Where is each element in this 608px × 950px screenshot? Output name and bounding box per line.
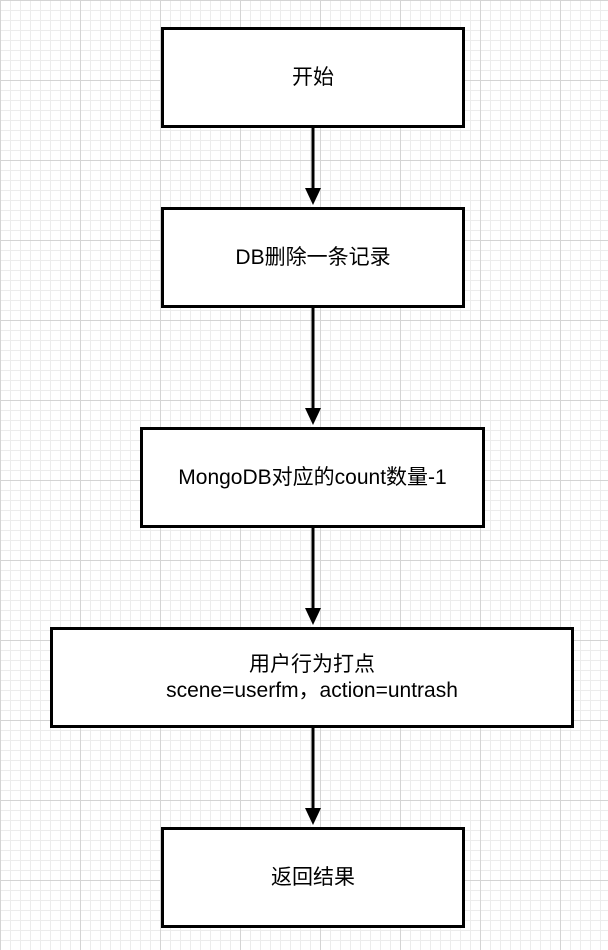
node-return-label: 返回结果 [271,865,355,889]
node-count-label: MongoDB对应的count数量-1 [178,465,447,489]
node-count-decrement[interactable]: MongoDB对应的count数量-1 [140,427,485,528]
node-track-line1: 用户行为打点 [249,652,375,676]
arrowhead-icon [305,408,321,425]
node-track-line2: scene=userfm，action=untrash [166,678,458,702]
edge-count-to-track [305,528,321,625]
node-start[interactable]: 开始 [161,27,465,128]
node-user-behavior-tracking[interactable]: 用户行为打点 scene=userfm，action=untrash [50,627,574,728]
node-db-delete-label: DB删除一条记录 [235,245,391,269]
node-return-result[interactable]: 返回结果 [161,827,465,928]
edge-db-delete-to-count [305,308,321,425]
edge-track-to-return [305,728,321,825]
edge-start-to-db-delete [305,128,321,205]
arrowhead-icon [305,808,321,825]
node-db-delete[interactable]: DB删除一条记录 [161,207,465,308]
diagram-canvas: 开始 DB删除一条记录 MongoDB对应的count数量-1 用户行为打点 s… [0,0,608,950]
arrowhead-icon [305,608,321,625]
arrowhead-icon [305,188,321,205]
node-start-label: 开始 [292,65,334,89]
